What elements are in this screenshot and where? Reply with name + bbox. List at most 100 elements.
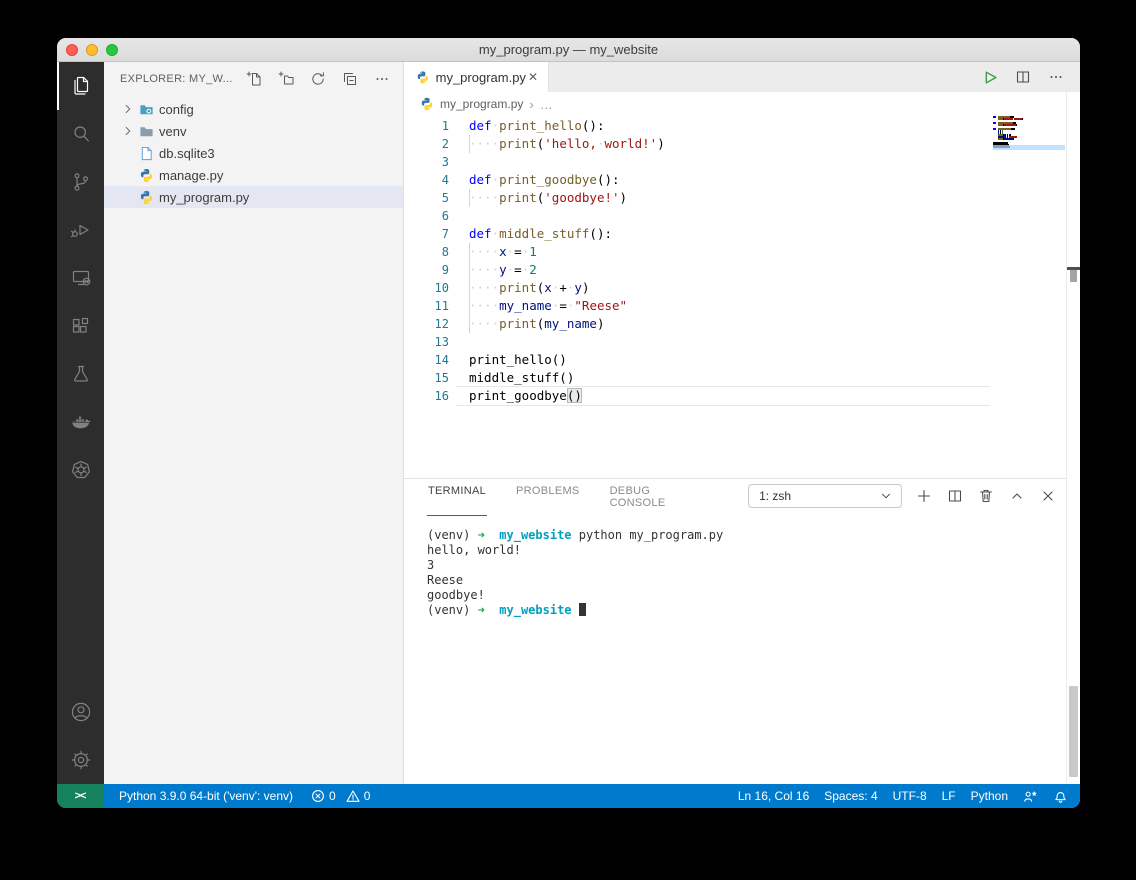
line-number-7[interactable]: 7 bbox=[404, 225, 449, 243]
new-folder-button[interactable] bbox=[277, 70, 295, 88]
code-line-7[interactable]: def·middle_stuff(): bbox=[469, 225, 665, 243]
indentation-status[interactable]: Spaces: 4 bbox=[824, 789, 877, 803]
line-number-5[interactable]: 5 bbox=[404, 189, 449, 207]
breadcrumb[interactable]: my_program.py › … bbox=[404, 92, 1066, 116]
tree-item-my-program-py[interactable]: my_program.py bbox=[104, 186, 403, 208]
kill-terminal-button[interactable] bbox=[978, 488, 994, 504]
line-number-11[interactable]: 11 bbox=[404, 297, 449, 315]
terminal-line-2: hello, world! bbox=[427, 543, 521, 557]
code-line-4[interactable]: def·print_goodbye(): bbox=[469, 171, 665, 189]
split-editor-button[interactable] bbox=[1015, 69, 1031, 85]
activity-source-control[interactable] bbox=[57, 158, 104, 206]
code-line-15[interactable]: middle_stuff() bbox=[469, 369, 665, 387]
indent-guide bbox=[469, 315, 470, 333]
line-number-13[interactable]: 13 bbox=[404, 333, 449, 351]
code-line-8[interactable]: ····x·=·1 bbox=[469, 243, 665, 261]
line-number-12[interactable]: 12 bbox=[404, 315, 449, 333]
remote-indicator[interactable]: >< bbox=[57, 784, 103, 808]
python-interpreter-status[interactable]: Python 3.9.0 64-bit ('venv': venv) bbox=[119, 789, 293, 803]
terminal-picker-dropdown[interactable]: 1: zsh bbox=[748, 484, 902, 508]
collapse-all-button[interactable] bbox=[341, 70, 359, 88]
line-number-10[interactable]: 10 bbox=[404, 279, 449, 297]
line-number-3[interactable]: 3 bbox=[404, 153, 449, 171]
panel-tab-debug-console[interactable]: DEBUG CONSOLE bbox=[609, 476, 681, 516]
tab-my-program-py[interactable]: my_program.py ✕ bbox=[404, 62, 549, 92]
database-file-icon bbox=[138, 145, 154, 161]
new-file-button[interactable] bbox=[245, 70, 263, 88]
line-number-1[interactable]: 1 bbox=[404, 117, 449, 135]
tree-item-db-sqlite3[interactable]: db.sqlite3 bbox=[104, 142, 403, 164]
maximize-panel-button[interactable] bbox=[1009, 488, 1025, 504]
editor-scrollbar-thumb[interactable] bbox=[1070, 270, 1077, 282]
line-number-6[interactable]: 6 bbox=[404, 207, 449, 225]
tree-item-venv[interactable]: venv bbox=[104, 120, 403, 142]
activity-extensions[interactable] bbox=[57, 302, 104, 350]
tab-close-icon[interactable]: ✕ bbox=[526, 70, 540, 84]
line-number-16[interactable]: 16 bbox=[404, 387, 449, 405]
close-panel-button[interactable] bbox=[1040, 488, 1056, 504]
notifications-button[interactable] bbox=[1053, 789, 1068, 804]
activity-search[interactable] bbox=[57, 110, 104, 158]
code-line-5[interactable]: ····print('goodbye!') bbox=[469, 189, 665, 207]
code-editor[interactable]: 1 2 3 4 5 6 7 8 9 10 11 12 13 14 15 16 def·print_hello(… bbox=[404, 116, 1066, 478]
breadcrumb-file[interactable]: my_program.py bbox=[440, 97, 523, 111]
remote-explorer-icon bbox=[72, 270, 90, 286]
matched-brackets: () bbox=[566, 388, 582, 403]
tree-item-config[interactable]: config bbox=[104, 98, 403, 120]
views-more-button[interactable] bbox=[373, 70, 391, 88]
eol-status[interactable]: LF bbox=[942, 789, 956, 803]
new-terminal-button[interactable] bbox=[916, 488, 932, 504]
feedback-button[interactable] bbox=[1023, 789, 1038, 804]
terminal-output[interactable]: (venv) ➜ my_website python my_program.py… bbox=[404, 513, 1066, 784]
language-mode-status[interactable]: Python bbox=[971, 789, 1008, 803]
line-number-15[interactable]: 15 bbox=[404, 369, 449, 387]
line-number-2[interactable]: 2 bbox=[404, 135, 449, 153]
code-line-2[interactable]: ····print('hello,·world!') bbox=[469, 135, 665, 153]
code-line-14[interactable]: print_hello() bbox=[469, 351, 665, 369]
minimap[interactable] bbox=[993, 116, 1065, 478]
activity-docker[interactable] bbox=[57, 398, 104, 446]
line-number-gutter[interactable]: 1 2 3 4 5 6 7 8 9 10 11 12 13 14 15 16 bbox=[404, 117, 452, 405]
chevron-right-icon[interactable] bbox=[120, 123, 136, 139]
code-line-9[interactable]: ····y·=·2 bbox=[469, 261, 665, 279]
editor-more-actions-button[interactable] bbox=[1048, 69, 1064, 85]
code-line-16[interactable]: print_goodbye() bbox=[469, 387, 665, 405]
line-number-8[interactable]: 8 bbox=[404, 243, 449, 261]
indent-guide bbox=[469, 243, 470, 261]
code-line-10[interactable]: ····print(x·+·y) bbox=[469, 279, 665, 297]
code-content[interactable]: def·print_hello(): ····print('hello,·worl… bbox=[469, 117, 665, 405]
terminal-scrollbar-thumb[interactable] bbox=[1069, 686, 1078, 777]
activity-run-debug[interactable] bbox=[57, 206, 104, 254]
activity-explorer[interactable] bbox=[57, 62, 104, 110]
activity-kubernetes[interactable] bbox=[57, 446, 104, 494]
breadcrumb-symbol[interactable]: … bbox=[540, 97, 553, 112]
split-terminal-button[interactable] bbox=[947, 488, 963, 504]
problems-status[interactable]: 0 0 bbox=[311, 789, 370, 803]
line-number-4[interactable]: 4 bbox=[404, 171, 449, 189]
line-number-9[interactable]: 9 bbox=[404, 261, 449, 279]
encoding-status[interactable]: UTF-8 bbox=[893, 789, 927, 803]
activity-settings[interactable] bbox=[57, 736, 104, 784]
code-line-12[interactable]: ····print(my_name) bbox=[469, 315, 665, 333]
code-line-11[interactable]: ····my_name·=·"Reese" bbox=[469, 297, 665, 315]
panel-tab-terminal[interactable]: TERMINAL bbox=[427, 476, 488, 516]
code-line-1[interactable]: def·print_hello(): bbox=[469, 117, 665, 135]
close-window-button[interactable] bbox=[66, 44, 78, 56]
run-python-file-button[interactable] bbox=[981, 69, 998, 86]
tree-item-manage-py[interactable]: manage.py bbox=[104, 164, 403, 186]
activity-account[interactable] bbox=[57, 688, 104, 736]
line-number-14[interactable]: 14 bbox=[404, 351, 449, 369]
config-folder-icon bbox=[138, 101, 154, 117]
chevron-right-icon[interactable] bbox=[120, 101, 136, 117]
panel-tab-problems[interactable]: PROBLEMS bbox=[515, 476, 581, 516]
code-line-13[interactable] bbox=[469, 333, 665, 351]
code-line-3[interactable] bbox=[469, 153, 665, 171]
refresh-button[interactable] bbox=[309, 70, 327, 88]
chevron-up-icon bbox=[1012, 493, 1022, 499]
zoom-window-button[interactable] bbox=[106, 44, 118, 56]
activity-remote-explorer[interactable] bbox=[57, 254, 104, 302]
cursor-position-status[interactable]: Ln 16, Col 16 bbox=[738, 789, 809, 803]
code-line-6[interactable] bbox=[469, 207, 665, 225]
minimize-window-button[interactable] bbox=[86, 44, 98, 56]
activity-testing[interactable] bbox=[57, 350, 104, 398]
